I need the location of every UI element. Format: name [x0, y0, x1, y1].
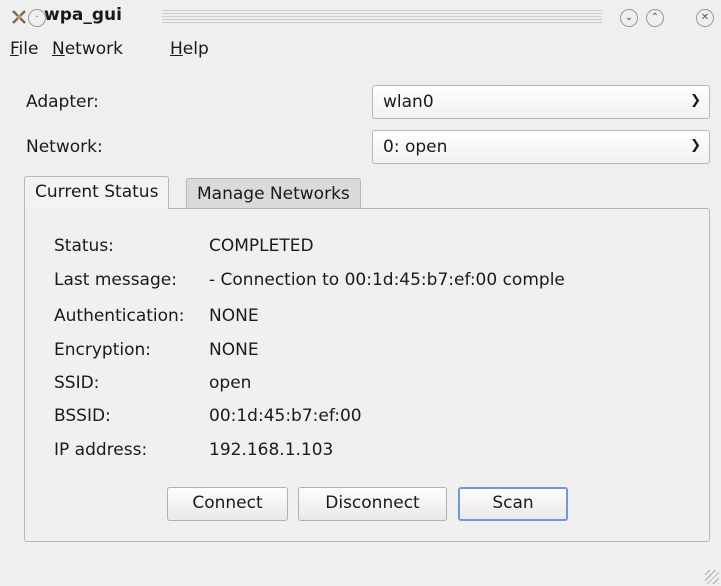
menu-help-label: elp [182, 39, 209, 59]
close-icon[interactable]: ✕ [696, 9, 714, 27]
bssid-label: BSSID: [54, 406, 111, 426]
chevron-down-icon: ❯ [690, 93, 701, 108]
network-label: Network: [26, 137, 103, 157]
menu-network[interactable]: Network [52, 39, 123, 59]
bssid-value: 00:1d:45:b7:ef:00 [209, 406, 362, 426]
title-bar-decoration [162, 10, 602, 24]
menu-file-label: ile [18, 39, 39, 59]
title-bar[interactable]: · wpa_gui ⌄ ⌃ ✕ [0, 0, 721, 36]
encryption-label: Encryption: [54, 340, 151, 360]
menu-file-accel: F [10, 39, 19, 59]
last-message-value: - Connection to 00:1d:45:b7:ef:00 comple [209, 270, 565, 290]
menu-help-accel: H [170, 39, 183, 59]
authentication-value: NONE [209, 306, 259, 326]
last-message-label: Last message: [54, 270, 177, 290]
adapter-label: Adapter: [26, 92, 99, 112]
maximize-icon[interactable]: ⌃ [646, 9, 664, 27]
ssid-label: SSID: [54, 373, 100, 393]
encryption-value: NONE [209, 340, 259, 360]
minimize-icon[interactable]: ⌄ [620, 9, 638, 27]
tab-manage-networks[interactable]: Manage Networks [186, 178, 361, 208]
status-value: COMPLETED [209, 236, 314, 256]
connect-button[interactable]: Connect [167, 487, 288, 521]
ssid-value: open [209, 373, 252, 393]
disconnect-button[interactable]: Disconnect [298, 487, 447, 521]
network-select-value: 0: open [383, 137, 448, 157]
window-title: wpa_gui [44, 5, 122, 25]
network-select[interactable]: 0: open ❯ [372, 130, 710, 164]
menu-network-accel: N [52, 39, 65, 59]
menu-network-label: etwork [64, 39, 123, 59]
chevron-down-icon: ❯ [690, 138, 701, 153]
wpa-app-icon[interactable] [10, 9, 28, 27]
ip-address-value: 192.168.1.103 [209, 440, 334, 460]
scan-button[interactable]: Scan [458, 487, 568, 521]
menu-help[interactable]: Help [170, 39, 209, 59]
authentication-label: Authentication: [54, 306, 185, 326]
status-label: Status: [54, 236, 114, 256]
adapter-select[interactable]: wlan0 ❯ [372, 85, 710, 119]
ip-address-label: IP address: [54, 440, 148, 460]
menu-file[interactable]: File [10, 39, 38, 59]
resize-grip[interactable] [705, 570, 719, 584]
tab-current-status[interactable]: Current Status [24, 176, 170, 209]
adapter-select-value: wlan0 [383, 92, 434, 112]
